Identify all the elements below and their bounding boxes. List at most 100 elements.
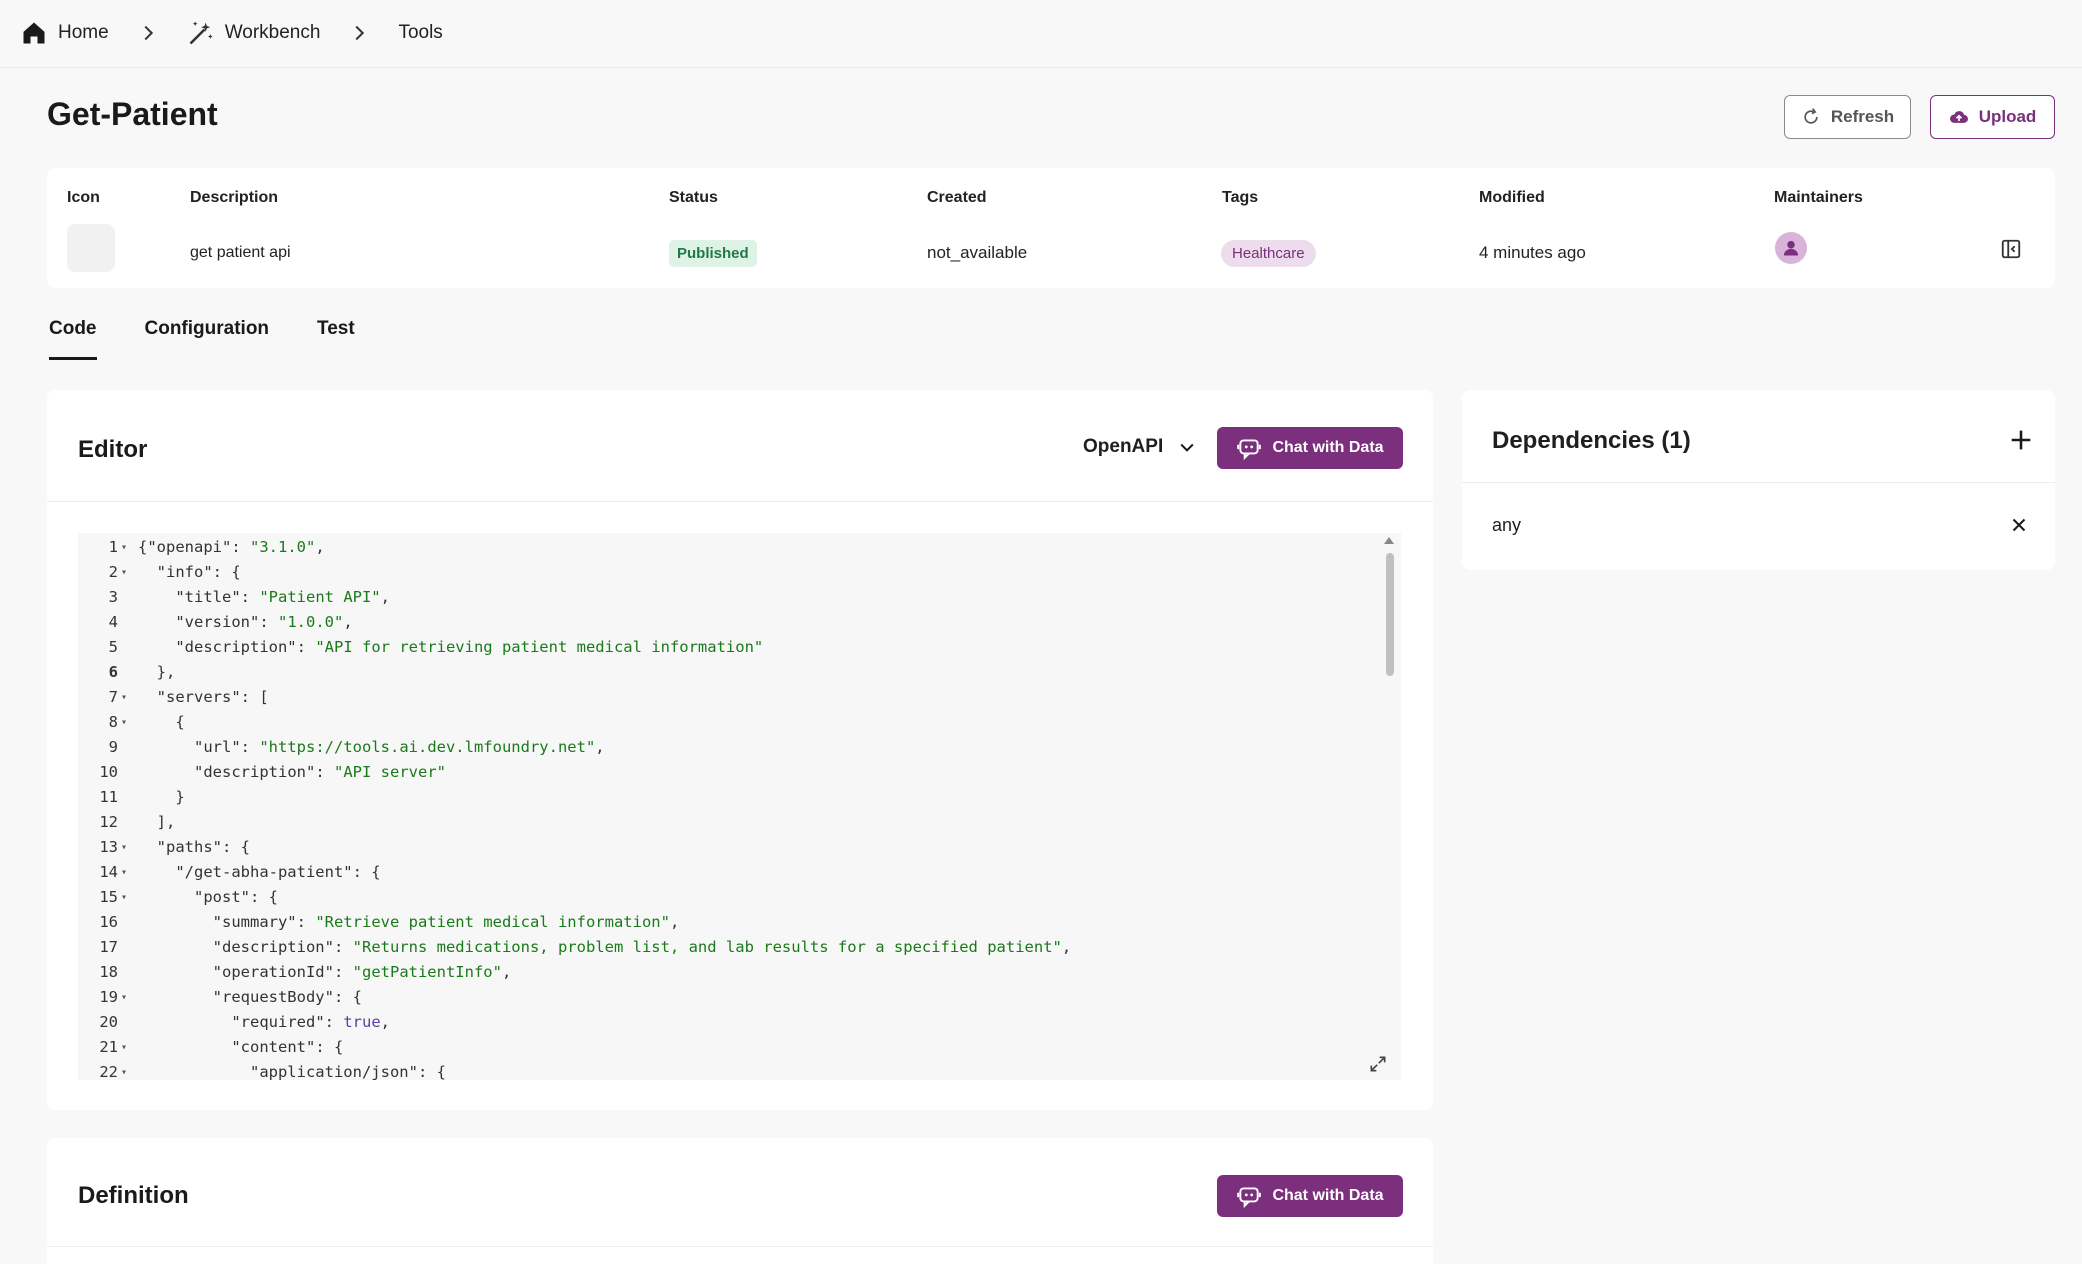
code-line: 16 "summary": "Retrieve patient medical … xyxy=(78,910,679,935)
code-text: } xyxy=(138,788,185,806)
chevron-right-icon xyxy=(345,19,373,47)
header-icon: Icon xyxy=(67,189,100,206)
line-number: 13 xyxy=(99,838,118,856)
tool-info-card: Icon Description Status Created Tags Mod… xyxy=(47,168,2055,288)
header-status: Status xyxy=(669,189,718,206)
definition-chat-label: Chat with Data xyxy=(1272,1187,1384,1204)
fold-arrow-icon[interactable]: ▾ xyxy=(118,835,138,860)
breadcrumb-tools-label: Tools xyxy=(398,22,443,43)
code-line: 14 ▾ "/get-abha-patient": { xyxy=(78,860,381,885)
chevron-down-icon xyxy=(1180,443,1194,452)
dependencies-title: Dependencies (1) xyxy=(1492,427,1691,454)
magic-wand-icon xyxy=(189,21,213,45)
line-number: 22 xyxy=(99,1063,118,1080)
close-icon[interactable] xyxy=(2008,514,2030,536)
code-text: "operationId": "getPatientInfo", xyxy=(212,963,512,981)
header-modified: Modified xyxy=(1479,189,1545,206)
chatbot-icon xyxy=(1237,1187,1262,1209)
user-icon xyxy=(1783,240,1799,256)
code-text: }, xyxy=(138,663,176,681)
code-line: 9 "url": "https://tools.ai.dev.lmfoundry… xyxy=(78,735,605,760)
avatar[interactable] xyxy=(1775,232,1807,264)
editor-divider xyxy=(47,501,1433,502)
definition-chat-with-data-button[interactable]: Chat with Data xyxy=(1217,1175,1403,1217)
header-tags: Tags xyxy=(1222,189,1259,206)
refresh-label: Refresh xyxy=(1830,107,1895,126)
code-text: "description": "API for retrieving patie… xyxy=(175,638,764,656)
code-text: "version": "1.0.0", xyxy=(175,613,353,631)
code-text: "title": "Patient API", xyxy=(175,588,390,606)
code-line: 12 ], xyxy=(78,810,175,835)
fold-arrow-icon[interactable]: ▾ xyxy=(118,535,138,560)
dependencies-divider xyxy=(1462,482,2055,483)
tag-badge: Healthcare xyxy=(1221,239,1316,267)
dependency-item: any xyxy=(1492,515,1522,535)
line-number: 21 xyxy=(99,1038,118,1056)
fold-arrow-icon[interactable]: ▾ xyxy=(118,560,138,585)
fold-arrow-icon[interactable]: ▾ xyxy=(118,860,138,885)
code-text: { xyxy=(138,713,185,731)
code-text: "description": "API server" xyxy=(194,763,446,781)
modified-value: 4 minutes ago xyxy=(1479,243,1586,262)
upload-button[interactable]: Upload xyxy=(1930,95,2055,139)
code-editor[interactable]: 1 ▾ {"openapi": "3.1.0", 2 ▾ "info": {3 "tit… xyxy=(78,533,1401,1080)
code-text: "servers": [ xyxy=(156,688,269,706)
fold-arrow-icon[interactable]: ▾ xyxy=(118,1060,138,1080)
created-value: not_available xyxy=(927,243,1028,262)
breadcrumb-home[interactable]: Home xyxy=(20,19,109,47)
page-title: Get-Patient xyxy=(47,96,218,132)
editor-scrollbar[interactable] xyxy=(1386,553,1394,676)
header-description: Description xyxy=(190,189,279,206)
line-number: 17 xyxy=(99,938,118,956)
code-line: 21 ▾ "content": { xyxy=(78,1035,343,1060)
fold-arrow-icon[interactable]: ▾ xyxy=(118,710,138,735)
fold-arrow-icon[interactable]: ▾ xyxy=(118,685,138,710)
fold-arrow-icon[interactable]: ▾ xyxy=(118,1035,138,1060)
line-number: 4 xyxy=(108,613,118,631)
code-line: 1 ▾ {"openapi": "3.1.0", xyxy=(78,535,325,560)
line-number: 16 xyxy=(99,913,118,931)
format-select[interactable]: OpenAPI xyxy=(1083,436,1197,458)
scroll-up-arrow[interactable] xyxy=(1384,537,1394,544)
code-line: 11 } xyxy=(78,785,185,810)
tab-configuration[interactable]: Configuration xyxy=(145,318,270,360)
line-number: 18 xyxy=(99,963,118,981)
fold-arrow-icon[interactable]: ▾ xyxy=(118,985,138,1010)
line-number: 19 xyxy=(99,988,118,1006)
line-number: 11 xyxy=(99,788,118,806)
code-text: "/get-abha-patient": { xyxy=(175,863,381,881)
expand-icon[interactable] xyxy=(1368,1054,1388,1074)
chat-with-data-button[interactable]: Chat with Data xyxy=(1217,427,1403,469)
code-text: "description": "Returns medications, pro… xyxy=(212,938,1072,956)
code-text: ], xyxy=(138,813,176,831)
code-line: 2 ▾ "info": { xyxy=(78,560,241,585)
breadcrumb-home-label: Home xyxy=(58,22,109,43)
refresh-button[interactable]: Refresh xyxy=(1784,95,1911,139)
code-text: {"openapi": "3.1.0", xyxy=(138,538,325,556)
editor-title: Editor xyxy=(78,436,148,463)
cloud-upload-icon xyxy=(1949,111,1968,123)
line-number: 14 xyxy=(99,863,118,881)
line-number: 3 xyxy=(108,588,118,606)
line-number: 10 xyxy=(99,763,118,781)
code-text: "requestBody": { xyxy=(212,988,362,1006)
header-divider xyxy=(0,67,2082,68)
fold-arrow-icon[interactable]: ▾ xyxy=(118,885,138,910)
tab-code[interactable]: Code xyxy=(49,318,97,360)
code-line: 18 "operationId": "getPatientInfo", xyxy=(78,960,511,985)
breadcrumb-tools[interactable]: Tools xyxy=(398,22,442,44)
code-line: 3 "title": "Patient API", xyxy=(78,585,390,610)
add-dependency-icon[interactable] xyxy=(2007,426,2035,454)
line-number: 2 xyxy=(108,563,118,581)
tab-test[interactable]: Test xyxy=(317,318,355,360)
code-line: 6 }, xyxy=(78,660,176,685)
breadcrumb-workbench[interactable]: Workbench xyxy=(187,19,321,47)
breadcrumb-workbench-label: Workbench xyxy=(224,22,321,43)
description-value: get patient api xyxy=(190,244,291,261)
collapse-panel-icon[interactable] xyxy=(2000,238,2022,260)
